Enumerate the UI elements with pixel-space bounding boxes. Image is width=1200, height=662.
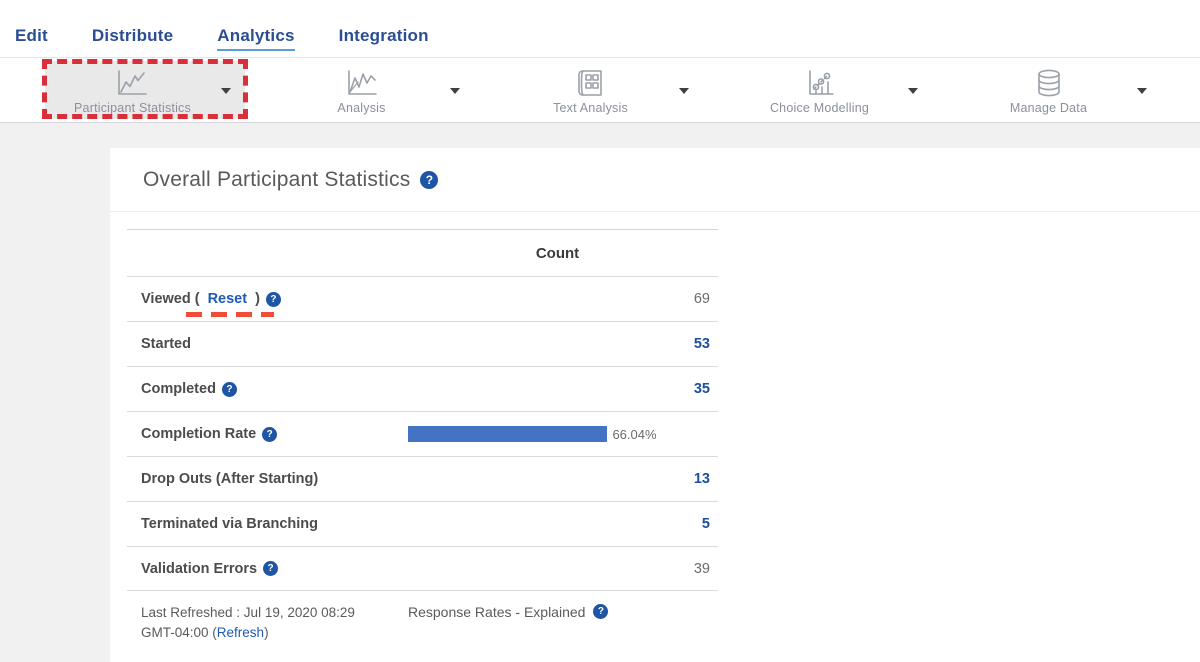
help-icon[interactable]: ? — [222, 382, 237, 397]
help-icon[interactable]: ? — [266, 292, 281, 307]
participant-statistics-panel: Overall Participant Statistics ? Count V… — [110, 148, 1200, 662]
table-row-drop-outs: Drop Outs (After Starting) 13 — [127, 456, 718, 501]
table-row-viewed: Viewed ( Reset) ? 69 — [127, 276, 718, 321]
nav-item-edit[interactable]: Edit — [15, 26, 48, 49]
last-refreshed-line2-suffix: ) — [264, 625, 269, 640]
scatter-trend-icon — [803, 66, 837, 98]
table-row-validation-errors: Validation Errors ? 39 — [127, 546, 718, 591]
count-value-link[interactable]: 5 — [397, 516, 718, 532]
count-value-link[interactable]: 13 — [397, 471, 718, 487]
completion-rate-bar: 66.04% — [408, 426, 710, 442]
reset-link[interactable]: Reset — [208, 291, 248, 307]
header: Edit Distribute Analytics Integration Pa… — [0, 0, 1200, 123]
toolbar-item-analysis[interactable]: Analysis — [247, 58, 476, 122]
toolbar-item-text-analysis[interactable]: Text Analysis — [476, 58, 705, 122]
count-value-link[interactable]: 53 — [397, 336, 718, 352]
row-label: Validation Errors — [141, 561, 257, 577]
database-icon — [1033, 66, 1065, 98]
response-rates-label: Response Rates - Explained — [408, 604, 585, 620]
analytics-toolbar: Participant Statistics Analysis — [0, 57, 1200, 123]
table-row-completed: Completed ? 35 — [127, 366, 718, 411]
panel-header: Overall Participant Statistics ? — [110, 148, 1200, 212]
completion-rate-value: 66.04% — [612, 427, 656, 442]
help-icon[interactable]: ? — [593, 604, 608, 619]
nav-item-analytics[interactable]: Analytics — [217, 26, 294, 51]
row-label-suffix: ) — [255, 291, 260, 307]
toolbar-item-label: Participant Statistics — [74, 101, 191, 115]
row-label: Started — [141, 336, 191, 352]
toolbar-item-choice-modelling[interactable]: Choice Modelling — [705, 58, 934, 122]
chevron-down-icon[interactable] — [221, 88, 231, 94]
page-title: Overall Participant Statistics — [143, 168, 410, 192]
chevron-down-icon[interactable] — [450, 88, 460, 94]
last-refreshed: Last Refreshed : Jul 19, 2020 08:29 GMT-… — [127, 603, 397, 643]
table-header-row: Count — [127, 229, 718, 276]
table-row-terminated: Terminated via Branching 5 — [127, 501, 718, 546]
chevron-down-icon[interactable] — [908, 88, 918, 94]
help-icon[interactable]: ? — [262, 427, 277, 442]
last-refreshed-line2-prefix: GMT-04:00 ( — [141, 625, 217, 640]
count-value-link[interactable]: 35 — [397, 381, 718, 397]
count-column-header: Count — [397, 245, 718, 262]
toolbar-item-label: Text Analysis — [553, 101, 628, 115]
document-grid-icon — [573, 66, 607, 98]
toolbar-item-manage-data[interactable]: Manage Data — [934, 58, 1163, 122]
completion-rate-bar-fill — [408, 426, 607, 442]
participant-statistics-table: Count Viewed ( Reset) ? 69 Started 53 Com… — [127, 229, 718, 591]
count-value: 39 — [397, 561, 718, 577]
chevron-down-icon[interactable] — [679, 88, 689, 94]
table-row-started: Started 53 — [127, 321, 718, 366]
nav-item-distribute[interactable]: Distribute — [92, 26, 173, 49]
row-label: Completion Rate — [141, 426, 256, 442]
row-label: Drop Outs (After Starting) — [141, 471, 318, 487]
zigzag-chart-icon — [344, 66, 380, 98]
table-row-completion-rate: Completion Rate ? 66.04% — [127, 411, 718, 456]
nav-item-integration[interactable]: Integration — [339, 26, 429, 49]
help-icon[interactable]: ? — [420, 171, 438, 189]
help-icon[interactable]: ? — [263, 561, 278, 576]
line-chart-icon — [114, 66, 150, 98]
table-footer: Last Refreshed : Jul 19, 2020 08:29 GMT-… — [127, 603, 718, 643]
response-rates-explained: Response Rates - Explained ? — [397, 603, 718, 643]
count-value: 69 — [397, 291, 718, 307]
chevron-down-icon[interactable] — [1137, 88, 1147, 94]
refresh-link[interactable]: Refresh — [217, 625, 264, 640]
row-label: Terminated via Branching — [141, 516, 318, 532]
last-refreshed-line1: Last Refreshed : Jul 19, 2020 08:29 — [141, 605, 355, 620]
row-label: Completed — [141, 381, 216, 397]
top-nav: Edit Distribute Analytics Integration — [0, 0, 1200, 51]
toolbar-item-label: Manage Data — [1010, 101, 1087, 115]
toolbar-item-label: Choice Modelling — [770, 101, 869, 115]
row-label: Viewed ( — [141, 291, 200, 307]
annotation-underline — [186, 312, 274, 317]
toolbar-item-label: Analysis — [337, 101, 385, 115]
